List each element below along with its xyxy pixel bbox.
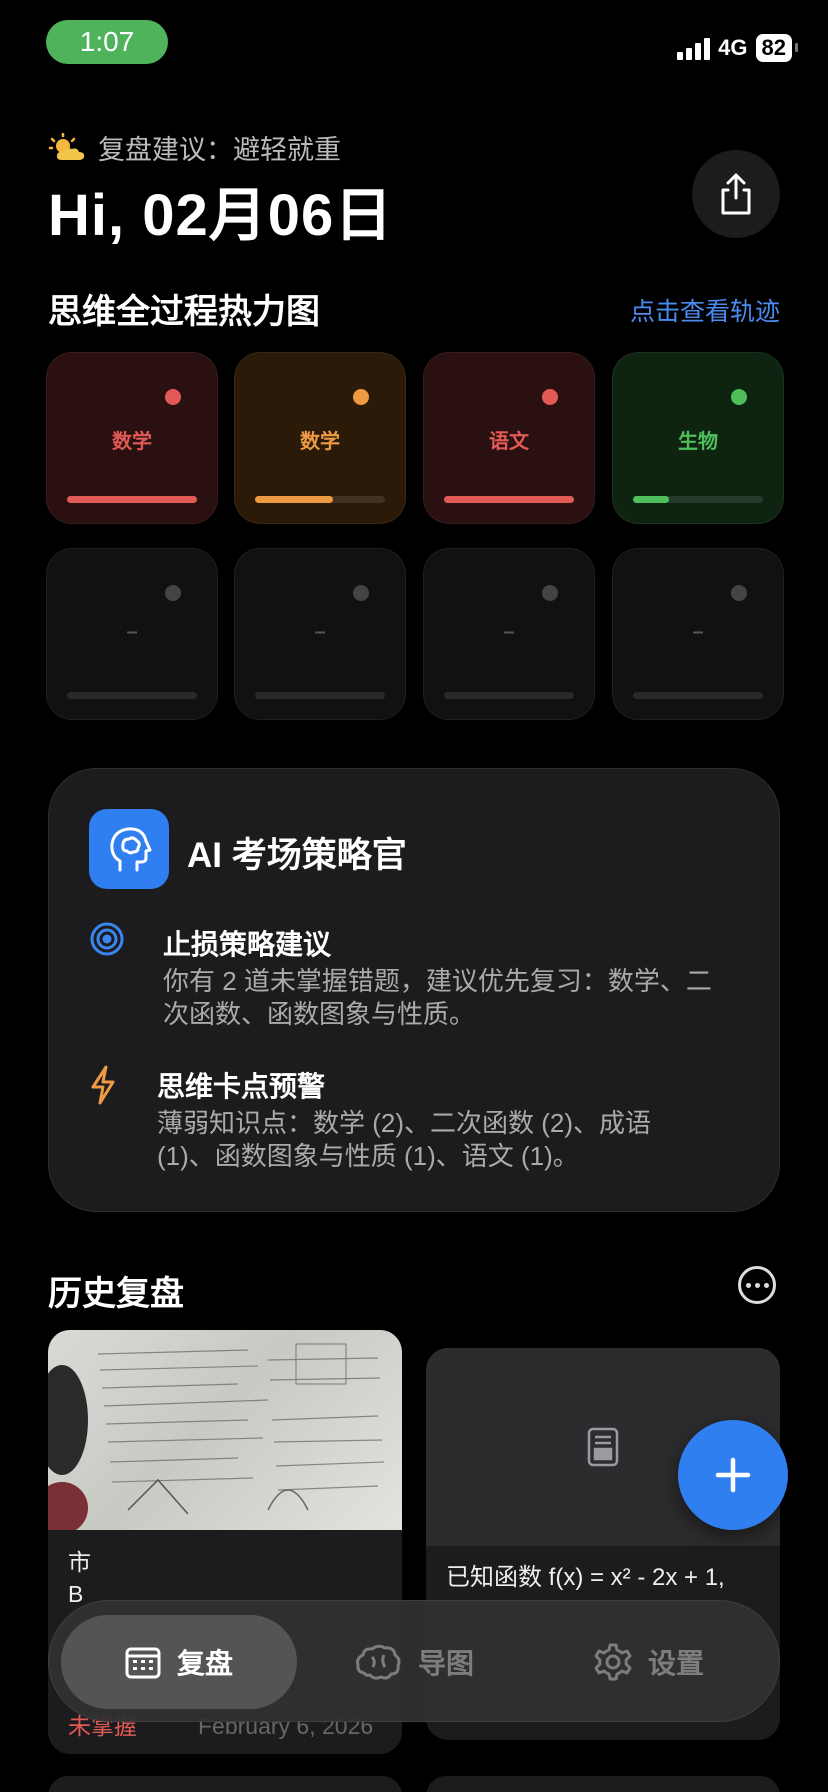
progress-bar — [633, 692, 763, 699]
subject-label: – — [692, 621, 704, 643]
subject-label: – — [126, 621, 138, 643]
advice-text: 复盘建议：避轻就重 — [98, 135, 341, 165]
view-trajectory-link[interactable]: 点击查看轨迹 — [630, 292, 780, 328]
heat-tile[interactable]: 数学 — [234, 352, 406, 524]
subject-label: 数学 — [112, 431, 152, 453]
tab-bar: 复盘 导图 设置 — [48, 1600, 780, 1722]
status-dot — [353, 389, 369, 405]
history-title: 历史复盘 — [48, 1275, 184, 1313]
gear-icon — [594, 1643, 632, 1681]
progress-fill — [633, 496, 670, 503]
target-icon — [90, 922, 124, 956]
progress-fill — [255, 496, 333, 503]
progress-bar — [444, 496, 574, 503]
more-button[interactable] — [738, 1266, 776, 1304]
signal-icon — [677, 36, 711, 60]
page-title: Hi, 02月06日 — [48, 183, 394, 248]
progress-bar — [67, 692, 197, 699]
subject-label: – — [503, 621, 515, 643]
subject-label: 生物 — [678, 431, 718, 453]
tab-settings-label: 设置 — [647, 1648, 704, 1679]
review-advice: 复盘建议：避轻就重 — [48, 128, 341, 167]
ai-logo — [89, 809, 169, 889]
status-dot — [542, 389, 558, 405]
heat-tile[interactable]: – — [423, 548, 595, 720]
progress-bar — [444, 692, 574, 699]
status-time: 1:07 — [46, 20, 168, 64]
progress-fill — [444, 496, 574, 503]
heatmap-title: 思维全过程热力图 — [48, 293, 320, 331]
tab-mindmap-label: 导图 — [417, 1648, 474, 1679]
plus-icon — [715, 1457, 751, 1493]
document-icon — [587, 1427, 619, 1467]
progress-bar — [67, 496, 197, 503]
heat-tile[interactable]: 数学 — [46, 352, 218, 524]
progress-bar — [255, 496, 385, 503]
progress-bar — [633, 496, 763, 503]
status-dot — [353, 585, 369, 601]
sun-cloud-icon — [48, 132, 85, 160]
heat-tile[interactable]: – — [234, 548, 406, 720]
heat-tile[interactable]: – — [46, 548, 218, 720]
subject-label: 数学 — [300, 431, 340, 453]
progress-fill — [67, 496, 197, 503]
heat-tile[interactable]: 语文 — [423, 352, 595, 524]
battery-icon: 82 — [755, 34, 799, 62]
ai-card-title: AI 考场策略官 — [187, 836, 407, 875]
progress-bar — [255, 692, 385, 699]
status-indicators: 4G 82 — [677, 34, 799, 62]
lightning-icon — [91, 1065, 115, 1105]
thinking-warning-text: 薄弱知识点：数学 (2)、二次函数 (2)、成语 (1)、函数图象与性质 (1)… — [157, 1108, 652, 1171]
share-button[interactable] — [692, 150, 780, 238]
share-icon — [721, 173, 751, 215]
heat-tile[interactable]: 生物 — [612, 352, 784, 524]
history-card-line1: 市 — [68, 1549, 91, 1575]
question-preview: 已知函数 f(x) = x² - 2x + 1, — [446, 1564, 725, 1591]
thinking-warning-title: 思维卡点预警 — [157, 1071, 326, 1102]
tab-review-label: 复盘 — [176, 1648, 233, 1679]
status-dot — [731, 389, 747, 405]
status-dot — [165, 585, 181, 601]
brain-icon — [356, 1644, 401, 1680]
add-button[interactable] — [678, 1420, 788, 1530]
tab-review[interactable]: 复盘 — [61, 1615, 297, 1709]
subject-label: – — [314, 621, 326, 643]
tab-settings[interactable]: 设置 — [531, 1615, 767, 1709]
ai-strategy-card: AI 考场策略官 止损策略建议 你有 2 道未掌握错题，建议优先复习：数学、二次… — [48, 768, 780, 1212]
history-card-line2: B — [68, 1581, 84, 1607]
loss-strategy-text: 你有 2 道未掌握错题，建议优先复习：数学、二次函数、函数图象与性质。 — [163, 966, 712, 1029]
heat-tile[interactable]: – — [612, 548, 784, 720]
history-card[interactable] — [426, 1776, 780, 1792]
network-label: 4G — [718, 35, 748, 60]
status-dot — [542, 585, 558, 601]
subject-label: 语文 — [489, 431, 529, 453]
status-dot — [165, 389, 181, 405]
history-card[interactable] — [48, 1776, 402, 1792]
status-dot — [731, 585, 747, 601]
loss-strategy-title: 止损策略建议 — [163, 929, 332, 960]
worksheet-photo — [48, 1330, 402, 1530]
tab-mindmap[interactable]: 导图 — [301, 1615, 527, 1709]
calendar-icon — [125, 1647, 161, 1679]
brain-head-icon — [110, 827, 152, 872]
